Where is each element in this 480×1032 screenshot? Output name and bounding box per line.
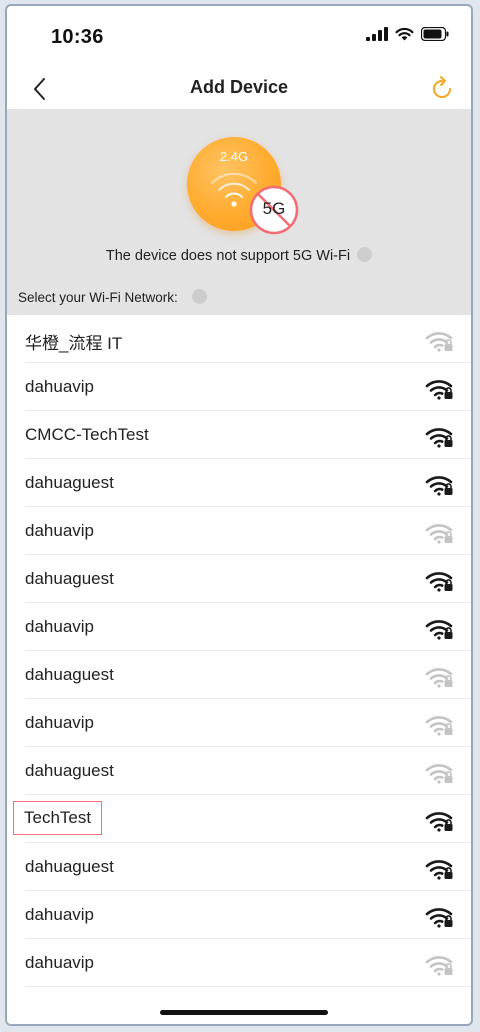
app-screen: 10:36 Add Device 2.4G 5G The device does…: [5, 4, 473, 1026]
network-ssid: 华橙_流程 IT: [25, 334, 123, 353]
cellular-signal-icon: [366, 27, 388, 41]
band-label: 2.4G: [219, 149, 249, 164]
network-row[interactable]: dahuavip: [7, 699, 471, 747]
select-network-label: Select your Wi-Fi Network:: [18, 289, 207, 305]
network-ssid: dahuavip: [25, 713, 95, 732]
wifi-lock-icon: [425, 716, 453, 736]
select-network-text: Select your Wi-Fi Network:: [18, 290, 178, 305]
navigation-bar: Add Device: [7, 68, 471, 110]
wifi-lock-icon: [425, 572, 453, 592]
network-row[interactable]: TechTest: [7, 795, 471, 843]
wifi-lock-icon: [425, 668, 453, 688]
wifi-lock-icon: [425, 332, 453, 352]
network-row[interactable]: CMCC-TechTest: [7, 411, 471, 459]
refresh-button[interactable]: [427, 74, 457, 104]
no-5g-label: 5G: [262, 199, 286, 218]
network-ssid: dahuavip: [25, 953, 95, 972]
network-row[interactable]: dahuaguest: [7, 843, 471, 891]
network-row[interactable]: dahuaguest: [7, 651, 471, 699]
wifi-lock-icon: [425, 764, 453, 784]
wifi-lock-icon: [425, 860, 453, 880]
network-ssid: dahuaguest: [25, 761, 114, 780]
wifi-lock-icon: [425, 620, 453, 640]
network-ssid: TechTest: [13, 801, 103, 835]
wifi-lock-icon: [425, 812, 453, 832]
network-row[interactable]: dahuaguest: [7, 555, 471, 603]
network-ssid: dahuaguest: [25, 857, 114, 876]
network-ssid: dahuaguest: [25, 569, 114, 588]
network-ssid: dahuavip: [25, 617, 95, 636]
wifi-lock-icon: [425, 524, 453, 544]
no-5g-badge: 5G: [247, 183, 301, 237]
network-row[interactable]: dahuavip: [7, 507, 471, 555]
status-time: 10:36: [51, 26, 104, 48]
network-ssid: dahuaguest: [25, 665, 114, 684]
network-ssid: dahuavip: [25, 905, 95, 924]
wifi-lock-icon: [425, 956, 453, 976]
network-ssid: CMCC-TechTest: [25, 425, 149, 444]
wifi-lock-icon: [425, 428, 453, 448]
network-row[interactable]: dahuaguest: [7, 459, 471, 507]
network-row[interactable]: 华橙_流程 IT: [7, 315, 471, 363]
help-icon[interactable]: [191, 289, 207, 304]
band-notice-text: The device does not support 5G Wi-Fi: [105, 248, 351, 264]
network-row[interactable]: dahuavip: [7, 603, 471, 651]
battery-icon: [421, 27, 449, 41]
home-indicator[interactable]: [160, 1010, 328, 1015]
wifi-status-icon: [395, 27, 414, 41]
network-row[interactable]: dahuavip: [7, 363, 471, 411]
network-row[interactable]: dahuavip: [7, 939, 471, 987]
help-icon[interactable]: [357, 247, 373, 262]
network-row[interactable]: dahuavip: [7, 891, 471, 939]
network-list: 华橙_流程 IT dahuavip CMCC-TechTest dahuaguest d…: [7, 315, 471, 987]
network-row[interactable]: dahuaguest: [7, 747, 471, 795]
page-title: Add Device: [189, 77, 289, 97]
network-ssid: dahuaguest: [25, 473, 114, 492]
status-bar: 10:36: [7, 6, 471, 68]
wifi-lock-icon: [425, 380, 453, 400]
band-notice-panel: 2.4G 5G The device does not support 5G W…: [7, 109, 471, 315]
band-notice: The device does not support 5G Wi-Fi: [7, 247, 471, 264]
network-ssid: dahuavip: [25, 377, 95, 396]
status-icons: [366, 27, 449, 41]
network-ssid: dahuavip: [25, 521, 95, 540]
wifi-lock-icon: [425, 908, 453, 928]
wifi-lock-icon: [425, 476, 453, 496]
